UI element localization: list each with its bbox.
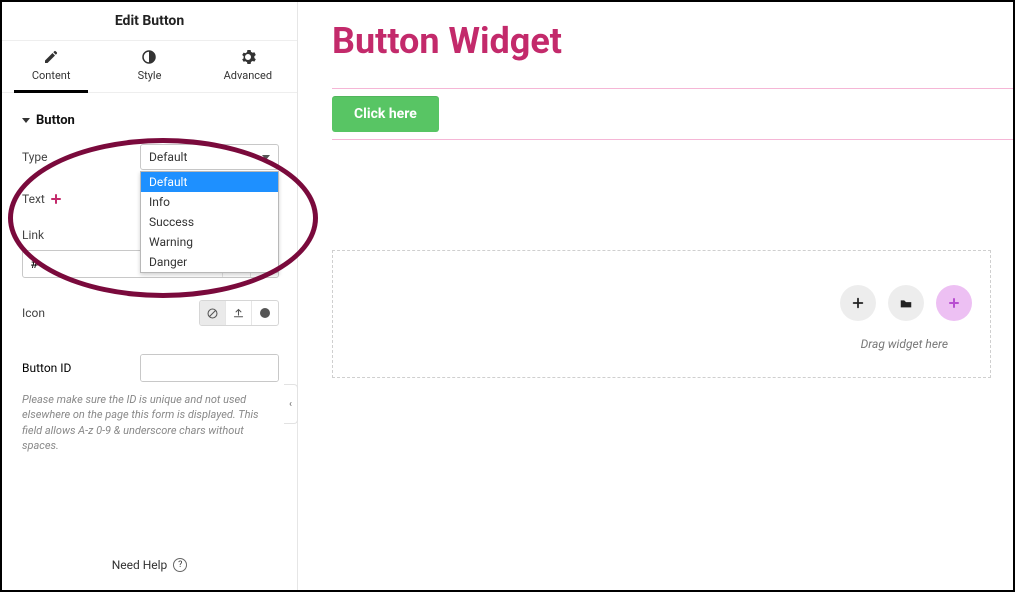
field-button-id-label: Button ID xyxy=(22,361,140,375)
button-id-hint: Please make sure the ID is unique and no… xyxy=(22,392,279,454)
field-link-label: Link xyxy=(22,228,140,242)
tab-advanced[interactable]: Advanced xyxy=(199,41,297,92)
canvas: Button Widget Click here Drag widget her… xyxy=(298,2,1013,590)
type-option-info[interactable]: Info xyxy=(141,192,278,212)
tab-content[interactable]: Content xyxy=(2,41,100,92)
page-title: Button Widget xyxy=(332,20,1013,62)
field-text-label: Text xyxy=(22,192,45,206)
icon-library-button[interactable] xyxy=(252,301,278,325)
widget-dropzone[interactable]: Drag widget here xyxy=(332,250,991,378)
ai-generate-button[interactable] xyxy=(936,285,972,321)
ai-sparkle-icon[interactable] xyxy=(51,194,61,204)
preview-button[interactable]: Click here xyxy=(332,96,439,132)
sidebar-tabs: Content Style Advanced xyxy=(2,40,297,93)
tab-style[interactable]: Style xyxy=(100,41,198,92)
icon-none-button[interactable] xyxy=(200,301,226,325)
type-option-warning[interactable]: Warning xyxy=(141,232,278,252)
sidebar-title: Edit Button xyxy=(2,2,297,40)
icon-mode-buttons xyxy=(199,300,279,326)
contrast-icon xyxy=(141,49,157,65)
button-widget-selection[interactable]: Click here xyxy=(332,88,1013,140)
field-type-row: Type Default Default Info Success Warnin… xyxy=(22,144,279,170)
type-select[interactable]: Default Default Info Success Warning Dan… xyxy=(140,144,279,170)
chevron-down-icon xyxy=(22,118,30,123)
tab-advanced-label: Advanced xyxy=(224,69,272,82)
button-id-input[interactable] xyxy=(141,355,279,381)
open-library-button[interactable] xyxy=(888,285,924,321)
type-select-box[interactable]: Default xyxy=(140,144,279,170)
type-option-default[interactable]: Default xyxy=(141,172,278,192)
help-icon: ? xyxy=(173,558,187,572)
need-help-label: Need Help xyxy=(112,558,168,572)
tab-style-label: Style xyxy=(138,69,162,82)
field-icon-row: Icon xyxy=(22,300,279,326)
type-option-danger[interactable]: Danger xyxy=(141,252,278,272)
collapse-sidebar-handle[interactable]: ‹ xyxy=(284,384,298,424)
gear-icon xyxy=(240,49,256,65)
dropzone-hint: Drag widget here xyxy=(351,337,972,351)
field-button-id-row: Button ID xyxy=(22,354,279,382)
dropzone-actions xyxy=(840,285,972,321)
section-button-label: Button xyxy=(36,113,75,128)
section-button-header[interactable]: Button xyxy=(22,107,279,144)
type-option-success[interactable]: Success xyxy=(141,212,278,232)
icon-upload-button[interactable] xyxy=(226,301,252,325)
sparkle-icon xyxy=(949,298,959,308)
dot-icon xyxy=(260,308,270,318)
sidebar-body: Button Type Default Default Info Success… xyxy=(2,93,297,590)
type-select-value: Default xyxy=(149,145,187,169)
field-icon-label: Icon xyxy=(22,306,140,320)
pencil-icon xyxy=(43,49,59,65)
chevron-down-icon xyxy=(262,155,270,160)
tab-content-label: Content xyxy=(32,69,71,82)
type-dropdown: Default Info Success Warning Danger xyxy=(140,171,279,273)
add-widget-button[interactable] xyxy=(840,285,876,321)
field-type-label: Type xyxy=(22,150,140,164)
editor-sidebar: Edit Button Content Style Advanced Butto… xyxy=(2,2,298,590)
need-help-link[interactable]: Need Help ? xyxy=(2,558,297,572)
